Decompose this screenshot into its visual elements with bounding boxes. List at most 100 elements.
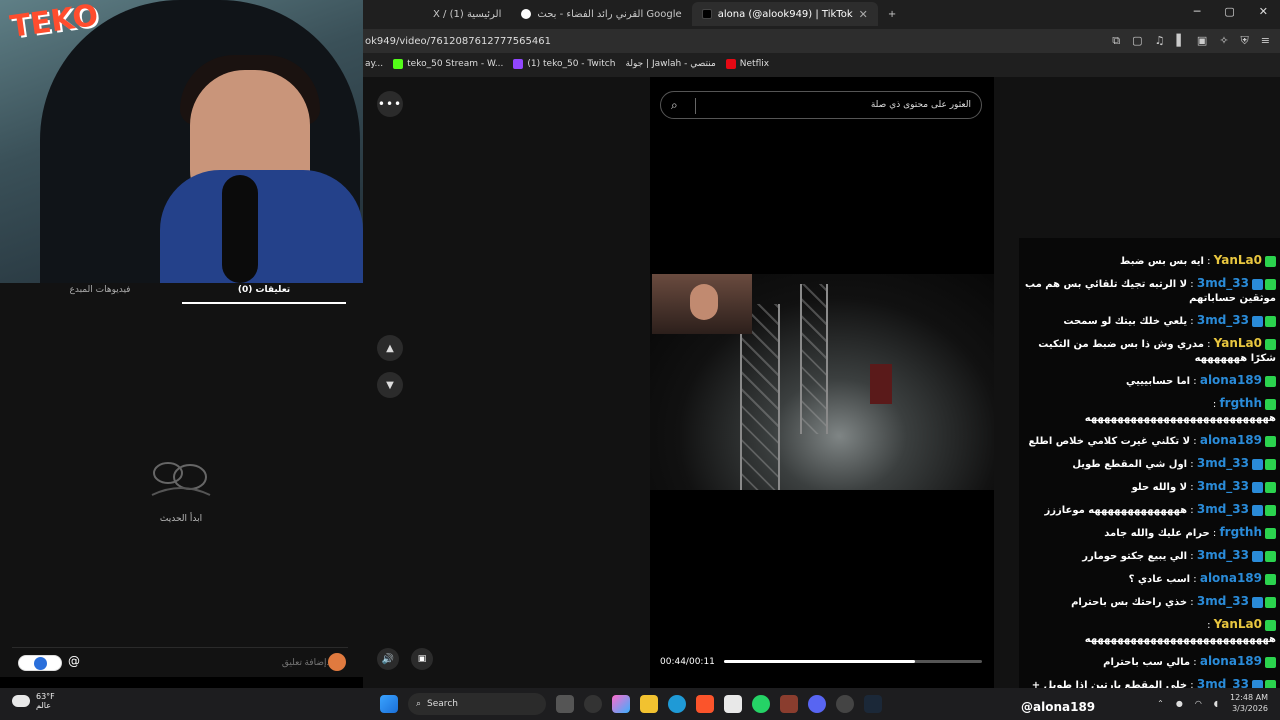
chat-username[interactable]: YanLa0 <box>1214 617 1262 631</box>
chat-username[interactable]: 3md_33 <box>1197 456 1249 470</box>
comments-panel: فيديوهات المبدع تعليقات (0) ابدأ الحديث … <box>0 283 363 677</box>
prime-badge-icon <box>1252 550 1263 562</box>
copilot-icon[interactable] <box>612 695 630 713</box>
bookmark-label: Netflix <box>739 59 770 69</box>
speaker-icon[interactable]: ◖ <box>1214 699 1218 708</box>
address-bar[interactable]: ok949/video/7612087612777565461 ⧉ ▢ ♫ ▌ … <box>363 29 1280 53</box>
bookmarks-bar: ay... teko_50 Stream - W... (1) teko_50 … <box>363 54 1280 74</box>
clock[interactable]: 12:48 AM 3/3/2026 <box>1230 692 1268 714</box>
tab-creator-videos[interactable]: فيديوهات المبدع <box>40 285 160 295</box>
close-tab-icon[interactable]: ✕ <box>859 8 868 21</box>
comment-input[interactable] <box>84 652 334 672</box>
emoji-icon[interactable] <box>328 653 346 671</box>
new-tab-button[interactable]: + <box>878 2 906 26</box>
url-text[interactable]: ok949/video/7612087612777565461 <box>363 36 551 47</box>
wifi-icon[interactable]: ◠ <box>1195 699 1202 708</box>
chat-username[interactable]: 3md_33 <box>1197 677 1249 688</box>
chat-username[interactable]: 3md_33 <box>1197 313 1249 327</box>
tab-comments[interactable]: تعليقات (0) <box>182 285 346 295</box>
kick-badge-icon <box>1265 315 1276 327</box>
file-explorer-icon[interactable] <box>640 695 658 713</box>
store-icon[interactable] <box>724 695 742 713</box>
chat-username[interactable]: alona189 <box>1200 433 1262 447</box>
sidebar-icon[interactable]: ▌ <box>1176 34 1184 48</box>
app-icon[interactable] <box>780 695 798 713</box>
chevron-up-icon[interactable]: ⌃ <box>1157 699 1164 708</box>
edge-icon[interactable] <box>668 695 686 713</box>
tiktok-icon <box>701 9 712 19</box>
minimize-icon[interactable]: ─ <box>1194 5 1201 18</box>
chat-username[interactable]: YanLa0 <box>1214 253 1262 267</box>
chat-username[interactable]: frgthh <box>1219 525 1262 539</box>
bookmark-item[interactable]: (1) teko_50 - Twitch <box>513 59 615 69</box>
more-options-icon[interactable]: ••• <box>377 91 403 117</box>
related-search-box[interactable]: ⌕ العثور على محتوى ذي صلة <box>660 91 982 119</box>
microphone <box>222 175 258 283</box>
chat-username[interactable]: YanLa0 <box>1214 336 1262 350</box>
weather-temp: 63°F <box>36 692 55 701</box>
facecam-inset <box>652 274 752 334</box>
chat-username[interactable]: 3md_33 <box>1197 479 1249 493</box>
taskbar-search[interactable]: ⌕ Search <box>408 693 546 715</box>
extensions-icon[interactable]: ⧉ <box>1112 34 1120 48</box>
previous-video-icon[interactable]: ▲ <box>377 335 403 361</box>
chat-username[interactable]: 3md_33 <box>1197 502 1249 516</box>
chat-message: 3md_33 : اول شي المقطع طويل <box>1019 453 1280 476</box>
prime-badge-icon <box>1252 315 1263 327</box>
ai-icon[interactable]: ✧ <box>1219 34 1228 48</box>
kick-badge-icon <box>1265 255 1276 267</box>
tab-x-home[interactable]: X / الرئيسية (1) <box>423 2 511 26</box>
screenshot-icon[interactable]: ▢ <box>1132 34 1142 48</box>
video-player[interactable]: ⌕ العثور على محتوى ذي صلة 00:44/00:11 <box>650 77 994 688</box>
stream-chat: YanLa0 : ايه بس بس ضبط 3md_33 : لا الرتب… <box>1019 238 1280 688</box>
prime-badge-icon <box>1252 679 1263 688</box>
progress-bar[interactable] <box>724 660 982 663</box>
whatsapp-icon[interactable] <box>752 695 770 713</box>
chat-username[interactable]: alona189 <box>1200 571 1262 585</box>
system-tray: ⌃ ● ◠ ◖ 12:48 AM 3/3/2026 <box>1157 692 1268 714</box>
kick-icon <box>393 59 404 69</box>
twitch-icon <box>513 59 524 69</box>
chat-username[interactable]: frgthh <box>1219 396 1262 410</box>
bookmark-item[interactable]: جولة | Jawlah - منتصي <box>625 59 715 69</box>
chat-username[interactable]: 3md_33 <box>1197 276 1249 290</box>
chat-message: frgthh : ههههههههههههههههههههههههههههه <box>1084 396 1276 424</box>
chat-message: 3md_33 : الي يبيع جكتو حومارر <box>1019 545 1280 568</box>
chat-message: alona189 : لا تكلني غيرت كلامي خلاص اطلع <box>1019 430 1280 453</box>
app-icon[interactable] <box>584 695 602 713</box>
tab-tiktok[interactable]: alona (@alook949) | TikTok ✕ <box>691 2 878 26</box>
tab-google-search[interactable]: القرني رائد الفضاء - بحث Google <box>511 2 691 26</box>
discord-icon[interactable] <box>808 695 826 713</box>
kick-badge-icon <box>1265 375 1276 387</box>
mic-icon[interactable]: ● <box>1176 699 1183 708</box>
mention-at-icon[interactable]: @ <box>68 654 80 668</box>
maximize-icon[interactable]: ▢ <box>1224 5 1234 18</box>
chat-message: alona189 : اما حسابيييي <box>1019 370 1280 393</box>
chat-username[interactable]: alona189 <box>1200 373 1262 387</box>
task-view-icon[interactable] <box>556 695 574 713</box>
obs-icon[interactable] <box>836 695 854 713</box>
chat-username[interactable]: 3md_33 <box>1197 548 1249 562</box>
close-window-icon[interactable]: ✕ <box>1259 5 1268 18</box>
windows-start-icon[interactable] <box>380 695 398 713</box>
chat-username[interactable]: 3md_33 <box>1197 594 1249 608</box>
music-icon[interactable]: ♫ <box>1155 34 1165 48</box>
picture-in-picture-icon[interactable]: ▣ <box>411 648 433 670</box>
menu-icon[interactable]: ≡ <box>1261 34 1270 48</box>
chat-username[interactable]: alona189 <box>1200 654 1262 668</box>
tab-label: X / الرئيسية (1) <box>433 8 502 20</box>
wallet-icon[interactable]: ▣ <box>1197 34 1207 48</box>
bookmark-item[interactable]: ay... <box>365 59 383 69</box>
steam-icon[interactable] <box>864 695 882 713</box>
brave-icon[interactable] <box>696 695 714 713</box>
weather-label: عالم <box>36 701 51 710</box>
chat-text: ههههههههههههههههههههههههههههه <box>1084 413 1276 424</box>
bookmark-item[interactable]: teko_50 Stream - W... <box>393 59 503 69</box>
next-video-icon[interactable]: ▼ <box>377 372 403 398</box>
vpn-shield-icon[interactable]: ⛨ <box>1241 34 1249 48</box>
chat-handle: @alona189 <box>1021 700 1096 714</box>
weather-widget[interactable]: 63°F عالم <box>12 692 55 710</box>
bookmark-item[interactable]: Netflix <box>725 59 770 69</box>
bookmark-label: جولة | Jawlah - منتصي <box>625 59 716 69</box>
volume-icon[interactable]: 🔊 <box>377 648 399 670</box>
